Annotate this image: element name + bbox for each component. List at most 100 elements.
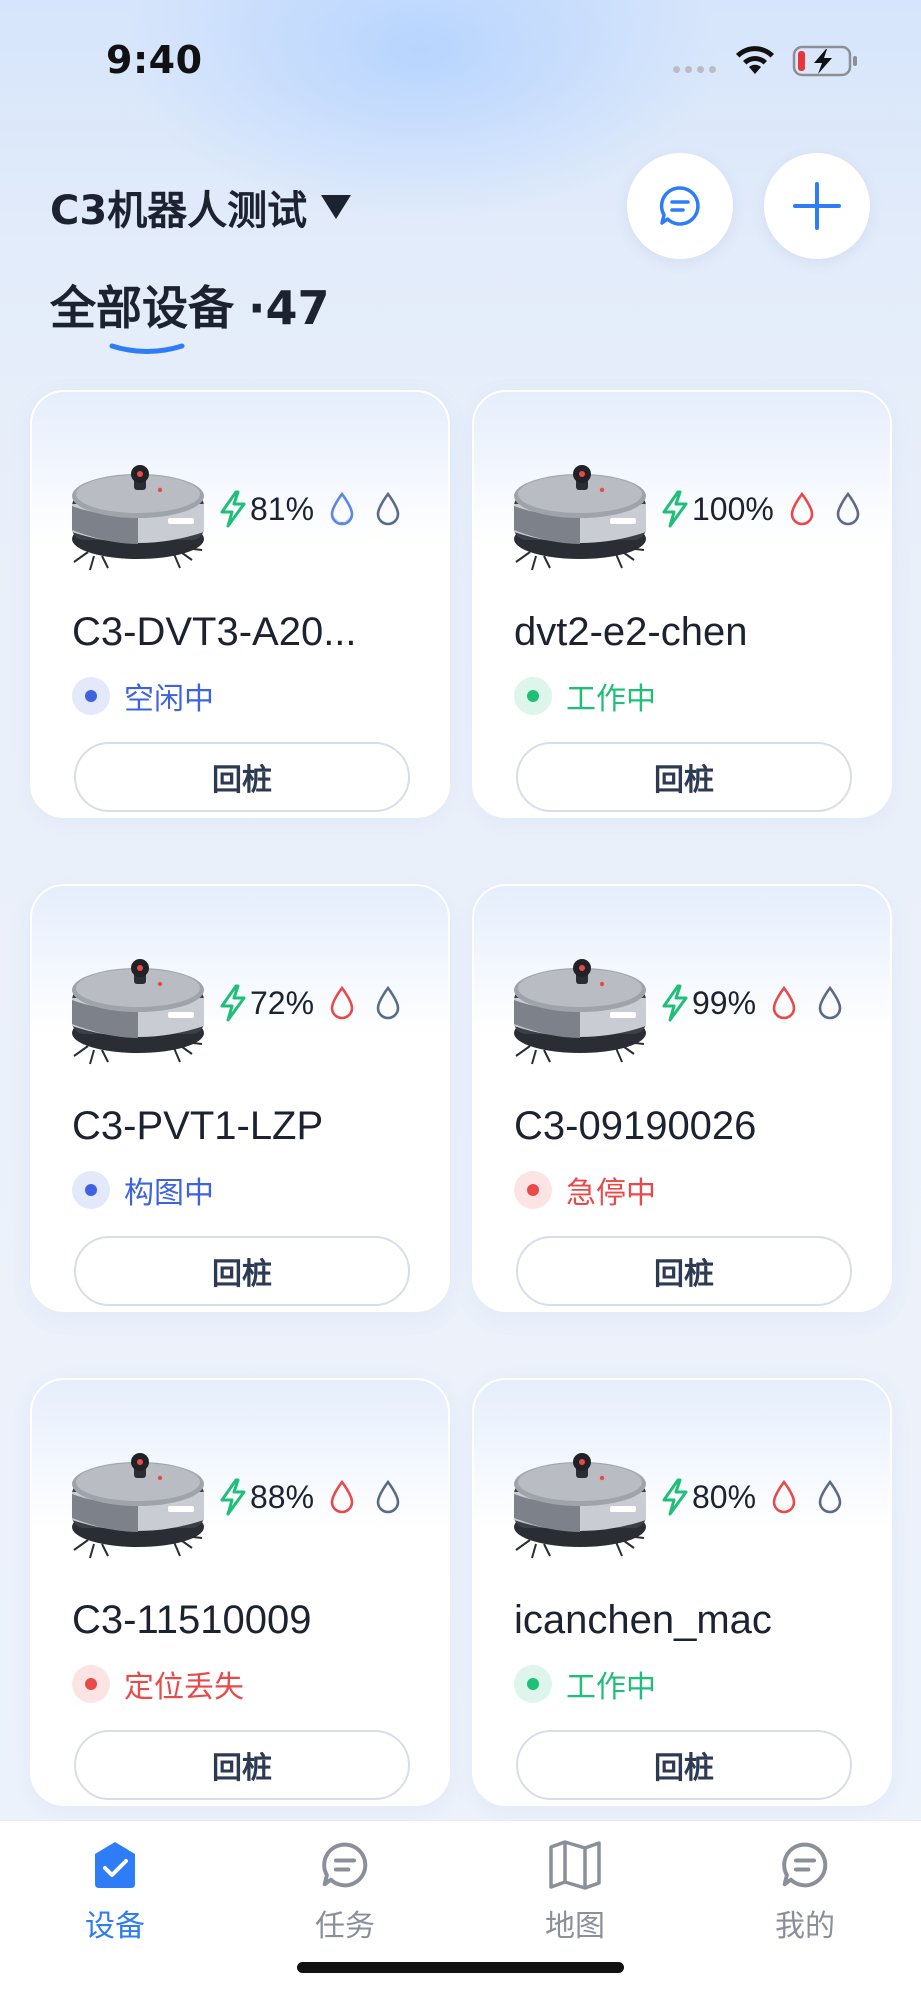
- workspace-selector[interactable]: C3机器人测试: [50, 178, 352, 236]
- device-card[interactable]: 100% dvt2-e2-chen 工作中 回桩: [472, 390, 892, 818]
- status-bar: 9:40: [0, 0, 921, 120]
- device-name: C3-09190026: [514, 1104, 757, 1148]
- battery-percent: 100%: [692, 490, 774, 527]
- status-dot-icon: [514, 677, 552, 715]
- nav-devices[interactable]: 设备: [35, 1821, 195, 1961]
- device-name: dvt2-e2-chen: [514, 610, 748, 654]
- return-to-dock-button[interactable]: 回桩: [74, 742, 410, 812]
- device-status: 定位丢失: [72, 1662, 244, 1706]
- bottom-tab-bar: 设备 任务 地图 我的: [0, 1820, 921, 2000]
- chat-bubble-icon: [777, 1837, 833, 1893]
- device-name: C3-PVT1-LZP: [72, 1104, 324, 1148]
- status-dot-icon: [72, 1665, 110, 1703]
- status-text: 工作中: [566, 682, 656, 717]
- device-stats: 80%: [660, 1478, 862, 1516]
- device-status: 工作中: [514, 1662, 656, 1706]
- status-dot-icon: [72, 677, 110, 715]
- robot-image: [510, 938, 660, 1068]
- status-text: 工作中: [566, 1670, 656, 1705]
- battery-bolt-icon: [220, 984, 246, 1022]
- return-to-dock-button[interactable]: 回桩: [516, 742, 852, 812]
- status-text: 急停中: [566, 1176, 656, 1211]
- dropdown-caret-icon: [321, 195, 352, 219]
- device-stats: 81%: [218, 490, 420, 528]
- clean-water-drop-icon: [330, 1479, 354, 1514]
- device-card[interactable]: 99% C3-09190026 急停中 回桩: [472, 884, 892, 1312]
- dirty-water-drop-icon: [376, 491, 400, 526]
- battery-percent: 81%: [250, 490, 315, 527]
- clean-water-drop-icon: [330, 985, 354, 1020]
- battery-percent: 99%: [692, 984, 757, 1021]
- robot-image: [68, 1432, 218, 1562]
- dirty-water-drop-icon: [836, 491, 860, 526]
- wifi-icon: [736, 46, 774, 74]
- robot-image: [510, 1432, 660, 1562]
- plus-icon: [793, 182, 841, 230]
- battery-bolt-icon: [220, 1478, 246, 1516]
- battery-bolt-icon: [662, 1478, 688, 1516]
- device-name: C3-DVT3-A20...: [72, 610, 357, 654]
- chat-bubble-icon: [317, 1837, 373, 1893]
- status-dot-icon: [514, 1665, 552, 1703]
- nav-tasks[interactable]: 任务: [265, 1821, 425, 1961]
- device-stats: 88%: [218, 1478, 420, 1516]
- clean-water-drop-icon: [790, 491, 814, 526]
- chat-bubble-icon: [659, 186, 700, 226]
- return-to-dock-button[interactable]: 回桩: [74, 1236, 410, 1306]
- clean-water-drop-icon: [330, 491, 354, 526]
- robot-image: [68, 938, 218, 1068]
- device-stats: 100%: [660, 490, 880, 528]
- clean-water-drop-icon: [772, 1479, 796, 1514]
- device-status: 构图中: [72, 1168, 214, 1212]
- clean-water-drop-icon: [772, 985, 796, 1020]
- tab-label: 全部设备: [50, 281, 234, 335]
- dirty-water-drop-icon: [818, 1479, 842, 1514]
- status-time: 9:40: [106, 38, 203, 82]
- home-indicator: [297, 1962, 624, 1973]
- tab-all-devices[interactable]: 全部设备 ·47: [50, 272, 330, 338]
- battery-percent: 72%: [250, 984, 315, 1021]
- dirty-water-drop-icon: [818, 985, 842, 1020]
- workspace-title: C3机器人测试: [50, 188, 308, 234]
- map-icon: [547, 1837, 603, 1893]
- status-text: 空闲中: [124, 682, 214, 717]
- nav-label: 设备: [85, 1909, 145, 1944]
- nav-profile[interactable]: 我的: [725, 1821, 885, 1961]
- device-stats: 72%: [218, 984, 420, 1022]
- dirty-water-drop-icon: [376, 1479, 400, 1514]
- device-card[interactable]: 72% C3-PVT1-LZP 构图中 回桩: [30, 884, 450, 1312]
- messages-button[interactable]: [627, 153, 733, 259]
- status-dot-icon: [514, 1171, 552, 1209]
- device-count: ·47: [248, 281, 330, 335]
- return-to-dock-button[interactable]: 回桩: [516, 1236, 852, 1306]
- device-card[interactable]: 81% C3-DVT3-A20... 空闲中 回桩: [30, 390, 450, 818]
- battery-bolt-icon: [220, 490, 246, 528]
- return-to-dock-button[interactable]: 回桩: [74, 1730, 410, 1800]
- battery-percent: 80%: [692, 1478, 757, 1515]
- return-to-dock-button[interactable]: 回桩: [516, 1730, 852, 1800]
- nav-map[interactable]: 地图: [495, 1821, 655, 1961]
- device-status: 急停中: [514, 1168, 656, 1212]
- robot-image: [510, 444, 660, 574]
- battery-bolt-icon: [662, 490, 688, 528]
- cellular-signal-icon: [673, 66, 716, 73]
- battery-charging-icon: [792, 45, 857, 77]
- dirty-water-drop-icon: [376, 985, 400, 1020]
- status-dot-icon: [72, 1171, 110, 1209]
- device-status: 工作中: [514, 674, 656, 718]
- nav-label: 地图: [545, 1909, 605, 1944]
- status-text: 构图中: [124, 1176, 214, 1211]
- add-device-button[interactable]: [764, 153, 870, 259]
- device-check-icon: [87, 1837, 143, 1893]
- status-text: 定位丢失: [124, 1670, 244, 1705]
- battery-percent: 88%: [250, 1478, 315, 1515]
- robot-image: [68, 444, 218, 574]
- device-card[interactable]: 88% C3-11510009 定位丢失 回桩: [30, 1378, 450, 1806]
- device-name: C3-11510009: [72, 1598, 312, 1642]
- device-card[interactable]: 80% icanchen_mac 工作中 回桩: [472, 1378, 892, 1806]
- tab-active-indicator: [109, 343, 185, 354]
- device-status: 空闲中: [72, 674, 214, 718]
- nav-label: 任务: [315, 1909, 375, 1944]
- device-name: icanchen_mac: [514, 1598, 772, 1642]
- device-stats: 99%: [660, 984, 862, 1022]
